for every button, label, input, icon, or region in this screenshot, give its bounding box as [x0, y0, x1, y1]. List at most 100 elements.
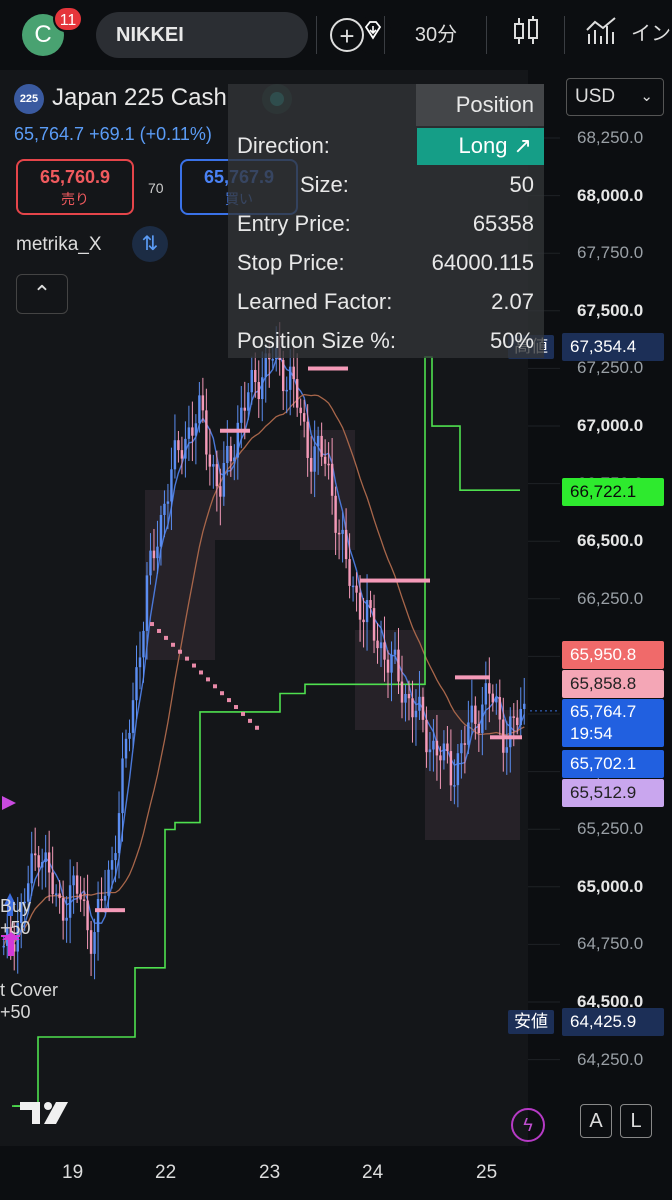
candle-body	[470, 705, 474, 723]
position-title: Position	[455, 92, 534, 117]
candle-body	[411, 698, 414, 718]
candle-body	[495, 697, 498, 703]
candle-body	[65, 917, 68, 921]
candle-body	[519, 708, 522, 726]
small-signal	[206, 677, 210, 682]
candle-body	[51, 872, 54, 895]
candle-body	[117, 813, 121, 854]
candle-body	[121, 758, 124, 814]
candle-body	[180, 450, 184, 459]
small-signal	[234, 705, 238, 710]
range-band	[145, 490, 215, 660]
row-key: Position Size %:	[237, 328, 396, 353]
candle-body	[407, 693, 411, 699]
candle-body	[365, 600, 369, 623]
candle-body	[491, 693, 495, 703]
candle-body	[463, 743, 467, 745]
candle-body	[163, 503, 166, 515]
small-signal	[185, 656, 189, 661]
candle-body	[446, 743, 449, 752]
candle-body	[114, 853, 117, 861]
candle-body	[467, 722, 470, 745]
candle-body	[372, 608, 376, 641]
candle-body	[226, 445, 229, 464]
candle-body	[54, 893, 58, 895]
toolbar-divider	[316, 16, 317, 54]
candle-body	[449, 751, 453, 786]
candle-body	[393, 649, 397, 655]
candle-body	[222, 463, 226, 497]
cover-arrow-stem	[8, 940, 14, 956]
candle-body	[177, 440, 180, 451]
candle-body	[400, 681, 404, 703]
candle-body	[261, 377, 264, 400]
symbol-search-button[interactable]: NIKKEI	[96, 12, 392, 58]
candle-body	[215, 464, 219, 487]
candle-body	[61, 898, 65, 921]
candle-body	[313, 446, 316, 472]
red-line-tag: 65,950.8	[562, 641, 664, 669]
candle-body	[386, 659, 390, 673]
small-signal	[178, 649, 182, 654]
cover-signal-label: t Cover	[0, 980, 59, 1000]
candle-body	[460, 743, 463, 754]
candle-body	[149, 550, 152, 576]
candle-body	[509, 716, 512, 748]
buy-signal-label: Buy	[0, 896, 32, 916]
candle-body	[233, 457, 236, 462]
collapse-legend-button[interactable]: ⌃	[16, 274, 68, 314]
candle-body	[229, 445, 233, 462]
price-level-label: 68,250.0	[577, 128, 644, 147]
candle-body	[72, 875, 75, 886]
candle-type-icon[interactable]	[508, 14, 544, 56]
candle-body	[243, 407, 247, 411]
candle-body	[30, 853, 33, 884]
chevron-down-icon: ⌄	[640, 88, 653, 105]
range-band	[355, 630, 425, 730]
purple-line-tag: 65,512.9	[562, 779, 664, 807]
toolbar-divider	[384, 16, 385, 54]
position-row-size-pct: Position Size %: 50%	[228, 321, 544, 360]
interval-button[interactable]: 30分	[404, 14, 468, 56]
sell-price: 65,760.9	[39, 167, 111, 187]
price-level-label: 66,500.0	[577, 531, 644, 551]
time-label: 23	[259, 1162, 281, 1183]
candle-body	[316, 435, 320, 447]
row-value: Long ↗	[458, 133, 533, 158]
small-signal	[227, 698, 231, 703]
candle-body	[481, 704, 484, 734]
candle-body	[292, 366, 295, 380]
symbol-title[interactable]: Japan 225 Cash	[52, 84, 227, 112]
time-label: 19	[62, 1162, 84, 1183]
candle-body	[453, 785, 456, 787]
candle-body	[390, 654, 393, 673]
svg-text:イン: イン	[631, 21, 671, 45]
currency-label: USD	[575, 86, 616, 107]
time-axis[interactable]: 19 22 23 24 25	[0, 1146, 672, 1200]
price-level-label: 64,250.0	[577, 1049, 644, 1069]
direction-cell: Long ↗	[417, 128, 544, 165]
candle-body	[240, 407, 243, 423]
lightning-icon[interactable]: ϟ	[511, 1108, 545, 1142]
top-toolbar: C 11 NIKKEI + 30分 イン	[0, 0, 672, 70]
time-label: 24	[362, 1162, 384, 1183]
price-level-label: 66,250.0	[577, 588, 644, 608]
candle-body	[355, 585, 358, 593]
currency-select[interactable]: USD ⌄	[566, 78, 664, 116]
toolbar-divider	[486, 16, 487, 54]
notification-badge[interactable]: 11	[53, 6, 83, 32]
auto-scale-button[interactable]: A	[580, 1104, 612, 1138]
indicator-name[interactable]: metrika_X	[16, 234, 102, 256]
sell-button[interactable]: 65,760.9 売り	[16, 159, 134, 215]
green-line-tag: 66,722.1	[562, 478, 664, 506]
candle-body	[288, 366, 292, 390]
add-symbol-button[interactable]: +	[330, 18, 364, 52]
candle-body	[89, 930, 93, 954]
log-scale-button[interactable]: L	[620, 1104, 652, 1138]
broker-connect-icon[interactable]: ⇅	[132, 226, 168, 262]
candle-body	[159, 514, 163, 547]
indicators-icon[interactable]: イン	[585, 14, 672, 56]
price-level-label: 65,250.0	[577, 819, 644, 839]
position-row-factor: Learned Factor: 2.07	[228, 282, 544, 321]
row-key: Size:	[300, 172, 349, 197]
